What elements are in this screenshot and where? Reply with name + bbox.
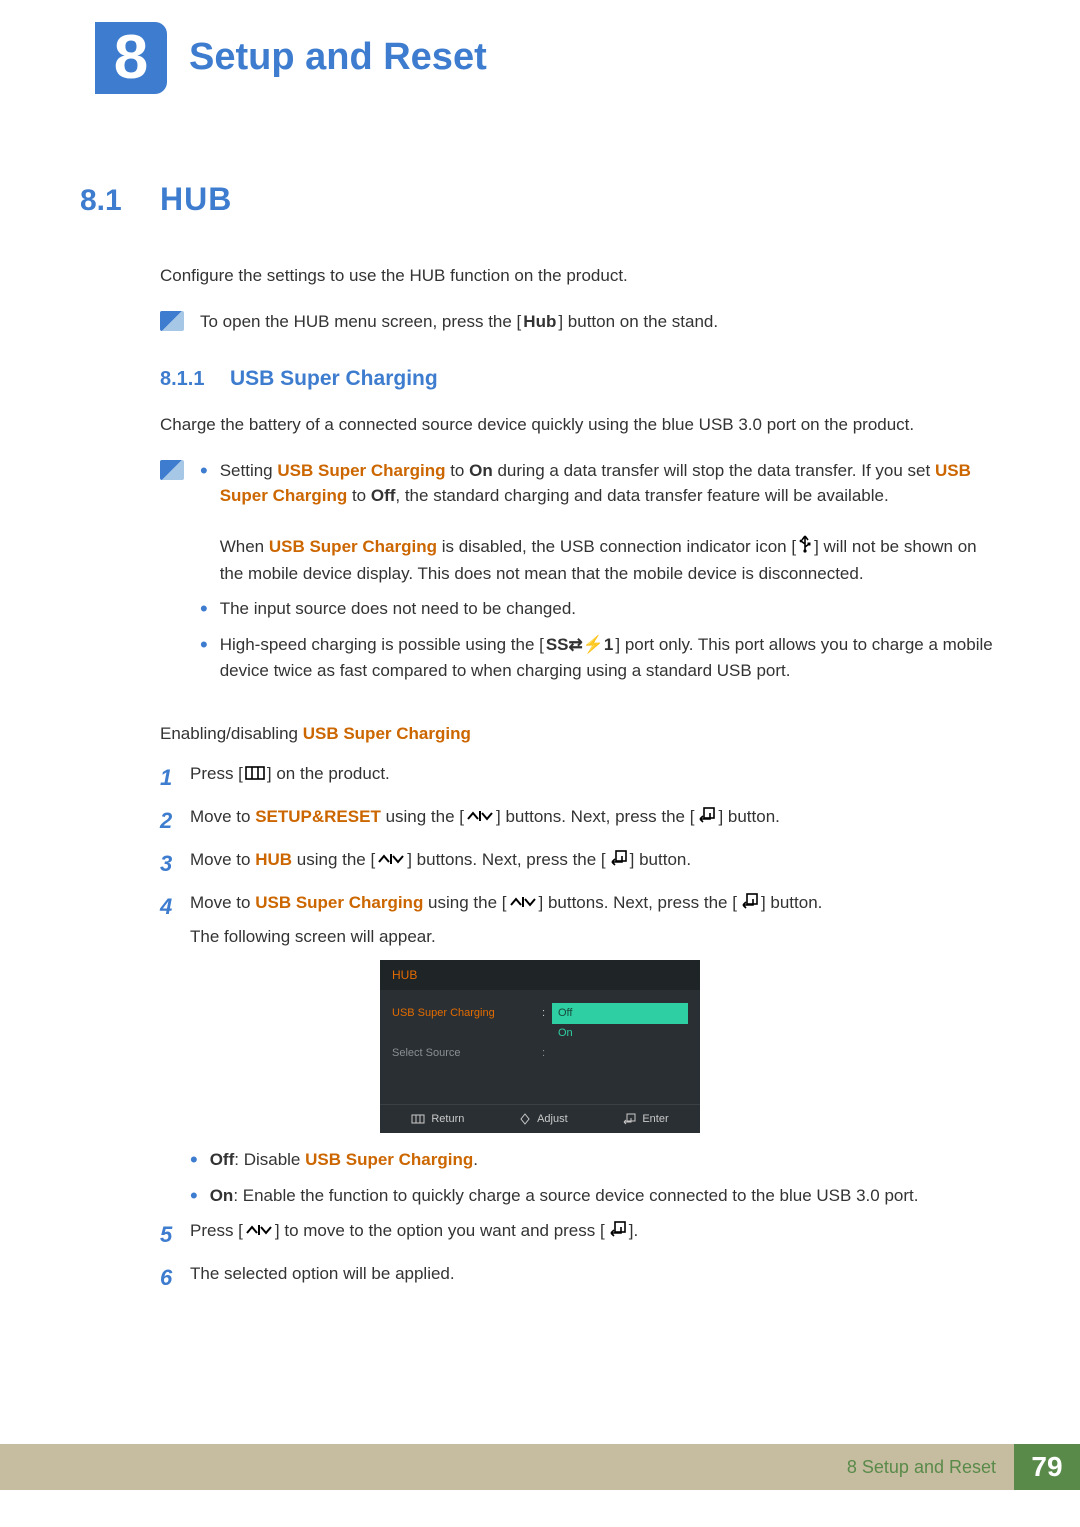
chapter-badge: 8 — [95, 22, 167, 94]
osd-row-usb: USB Super Charging : Off — [392, 1004, 688, 1024]
osd-return: Return — [411, 1111, 464, 1128]
subsection-heading: 8.1.1 USB Super Charging — [160, 363, 1000, 395]
note-icon — [160, 460, 184, 480]
note-usb-charging: • Setting USB Super Charging to On durin… — [160, 458, 1000, 694]
step-5: 5 Press [] to move to the option you wan… — [160, 1218, 1000, 1251]
chapter-header: 8 Setup and Reset — [0, 0, 1080, 115]
usb-trident-icon — [798, 535, 812, 561]
osd-row-source: Select Source : — [392, 1044, 688, 1064]
note-open-hub: To open the HUB menu screen, press the [… — [160, 309, 1000, 335]
enter-icon — [608, 848, 628, 874]
step-2: 2 Move to SETUP&RESET using the [] butto… — [160, 804, 1000, 837]
up-down-icon — [377, 848, 405, 874]
page-footer: 8 Setup and Reset 79 — [0, 1444, 1080, 1490]
section-title: HUB — [160, 175, 232, 223]
note-text: To open the HUB menu screen, press the [… — [200, 309, 1000, 335]
chapter-number: 8 — [114, 27, 148, 89]
page-content: 8.1 HUB Configure the settings to use th… — [0, 115, 1080, 1344]
step-4: 4 Move to USB Super Charging using the [… — [160, 890, 1000, 950]
up-down-icon — [245, 1219, 273, 1245]
osd-option-off[interactable]: Off — [552, 1003, 688, 1024]
enter-icon — [696, 805, 716, 831]
chapter-title: Setup and Reset — [189, 29, 487, 86]
enter-icon — [739, 891, 759, 917]
note-icon — [160, 311, 184, 331]
note-bullet-1: • Setting USB Super Charging to On durin… — [200, 458, 1000, 586]
section-number: 8.1 — [80, 178, 160, 223]
up-down-icon — [509, 891, 537, 917]
subsection-number: 8.1.1 — [160, 364, 230, 394]
footer-chapter-label: 8 Setup and Reset — [0, 1444, 1014, 1490]
step-3: 3 Move to HUB using the [] buttons. Next… — [160, 847, 1000, 880]
subsection-title: USB Super Charging — [230, 363, 438, 395]
up-down-icon — [466, 805, 494, 831]
enter-icon — [607, 1219, 627, 1245]
step-6: 6 The selected option will be applied. — [160, 1261, 1000, 1294]
osd-adjust: Adjust — [519, 1111, 568, 1128]
osd-title: HUB — [380, 960, 700, 990]
osd-footer: Return Adjust Enter — [380, 1104, 700, 1134]
osd-option-on[interactable]: On — [552, 1023, 688, 1044]
osd-hub-menu: HUB USB Super Charging : Off On Select S… — [380, 960, 700, 1134]
option-on: • On: Enable the function to quickly cha… — [190, 1183, 1000, 1209]
osd-enter: Enter — [622, 1111, 668, 1128]
menu-icon — [245, 762, 265, 788]
option-off: • Off: Disable USB Super Charging. — [190, 1147, 1000, 1173]
section-heading: 8.1 HUB — [80, 175, 1000, 223]
section-intro: Configure the settings to use the HUB fu… — [160, 263, 1000, 289]
footer-page-number: 79 — [1014, 1444, 1080, 1490]
osd-row-on: On — [392, 1024, 688, 1044]
enable-title: Enabling/disabling USB Super Charging — [160, 721, 1000, 747]
hub-button-icon: Hub — [523, 309, 556, 335]
step-1: 1 Press [] on the product. — [160, 761, 1000, 794]
subsection-intro: Charge the battery of a connected source… — [160, 412, 1000, 438]
ss-port-icon: SS⇄⚡1 — [546, 632, 614, 658]
note-bullet-2: • The input source does not need to be c… — [200, 596, 1000, 622]
note-bullet-3: • High-speed charging is possible using … — [200, 632, 1000, 684]
